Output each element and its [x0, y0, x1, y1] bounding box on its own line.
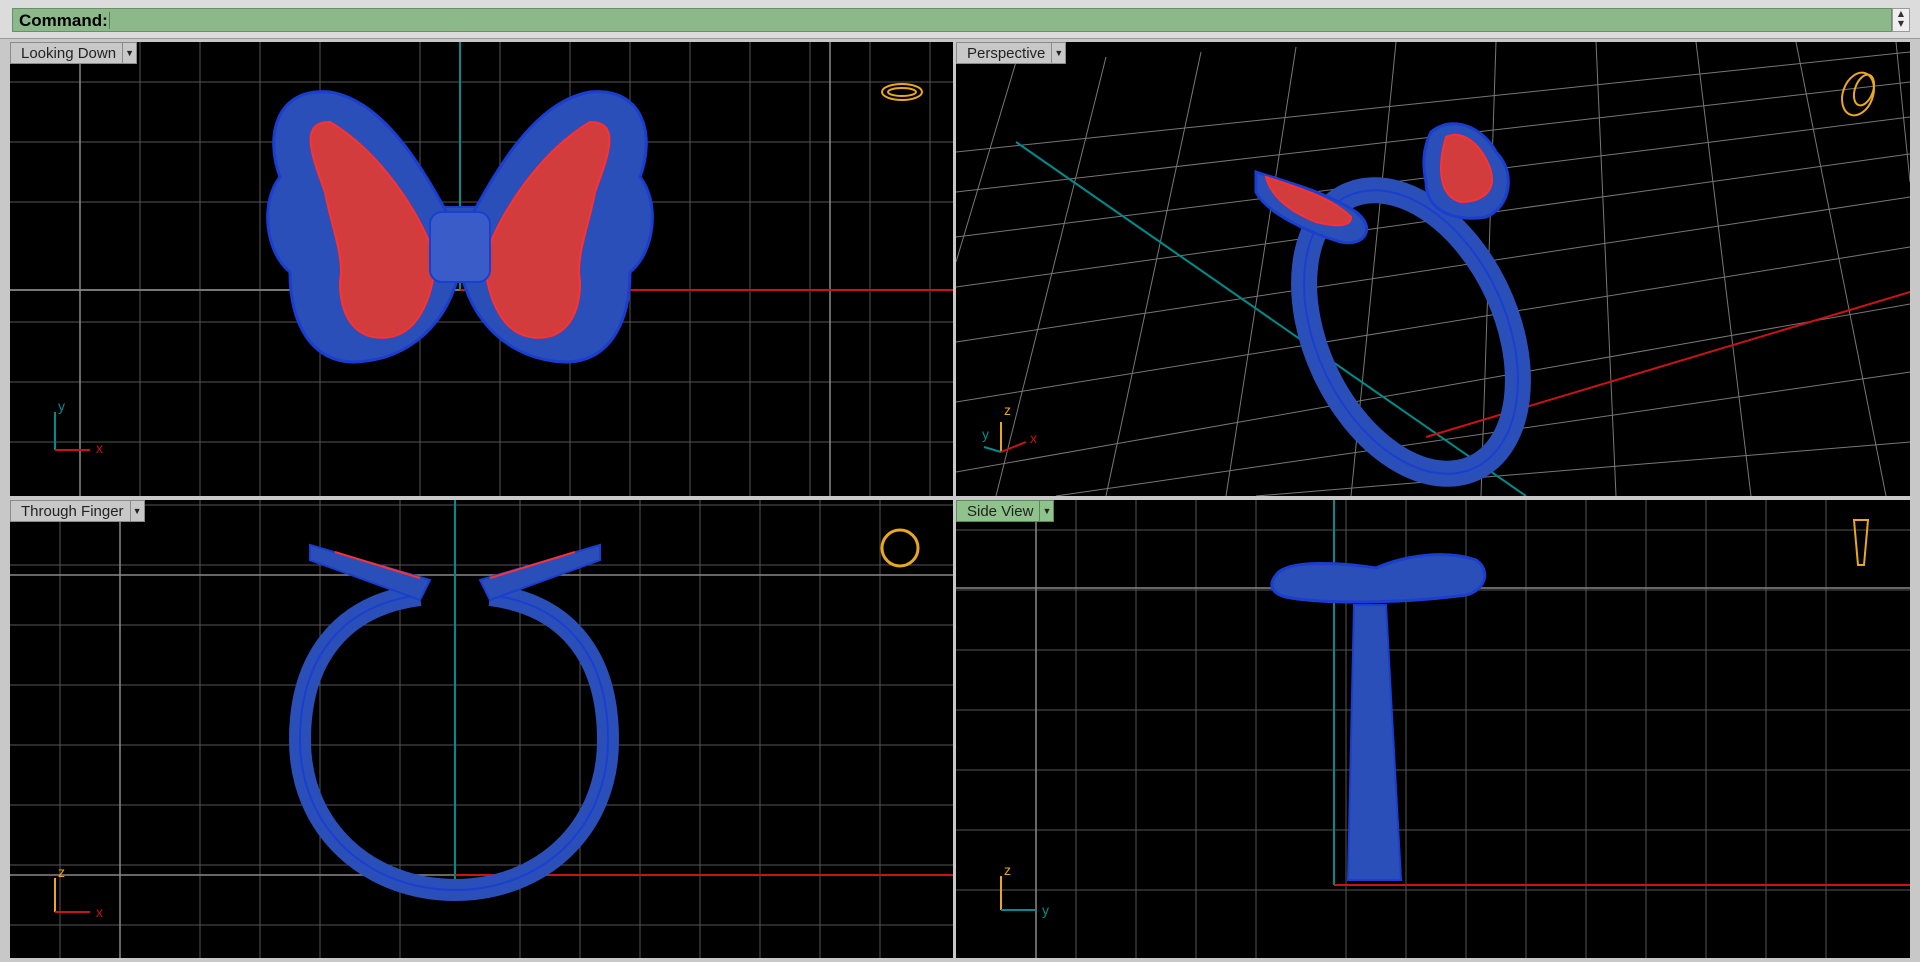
ring-gizmo-icon [1852, 519, 1870, 566]
viewport-title: Through Finger [21, 502, 124, 520]
command-separator [109, 12, 110, 29]
axis-indicator [983, 422, 1027, 453]
perspective-canvas [956, 42, 1910, 496]
ring-side [1270, 553, 1487, 881]
viewport-tab-through-finger[interactable]: Through Finger ▼ [10, 500, 145, 522]
axis-label-x: x [96, 440, 103, 456]
axis-label-y: y [58, 398, 65, 414]
command-scroll-buttons[interactable]: ▲ ▼ [1892, 8, 1910, 32]
axis-label-z: z [1004, 402, 1011, 418]
viewport-title: Perspective [967, 44, 1046, 62]
ring-gizmo-icon [881, 83, 923, 101]
viewport-tab-looking-down[interactable]: Looking Down ▼ [10, 42, 138, 64]
viewport-tab-perspective[interactable]: Perspective ▼ [956, 42, 1067, 64]
command-label: Command: [19, 11, 108, 30]
axis-label-y: y [982, 426, 989, 442]
viewport-side-view[interactable]: z y Side View ▼ [956, 500, 1910, 958]
viewport-through-finger[interactable]: z x Through Finger ▼ [10, 500, 953, 958]
axis-label-z: z [1004, 862, 1011, 878]
viewport-tab-side-view[interactable]: Side View ▼ [956, 500, 1055, 522]
axis-label-z: z [58, 864, 65, 880]
command-input[interactable]: Command: [12, 8, 1892, 32]
viewport-title: Side View [967, 502, 1034, 520]
front-view-canvas [10, 500, 953, 958]
chevron-down-icon[interactable]: ▼ [122, 43, 136, 63]
axis-indicator [54, 412, 90, 451]
chevron-down-icon[interactable]: ▼ [129, 501, 144, 521]
chevron-down-icon[interactable]: ▼ [1051, 43, 1065, 63]
command-bar: Command: ▲ ▼ [0, 0, 1920, 39]
chevron-down-icon[interactable]: ▼ [1039, 501, 1053, 521]
ring-gizmo-icon [1841, 71, 1876, 117]
side-view-canvas [956, 500, 1910, 958]
axis-label-x: x [96, 904, 103, 920]
axis-label-y: y [1042, 902, 1049, 918]
viewport-title: Looking Down [21, 44, 117, 62]
axis-label-x: x [1030, 430, 1037, 446]
axis-indicator [1000, 876, 1036, 911]
top-view-canvas [10, 42, 953, 496]
viewport-perspective[interactable]: z y x Perspective ▼ [956, 42, 1910, 496]
ring-gizmo-icon [880, 528, 920, 568]
butterfly-ring-perspective [1254, 122, 1531, 487]
viewport-looking-down[interactable]: y x Looking Down ▼ [10, 42, 953, 496]
